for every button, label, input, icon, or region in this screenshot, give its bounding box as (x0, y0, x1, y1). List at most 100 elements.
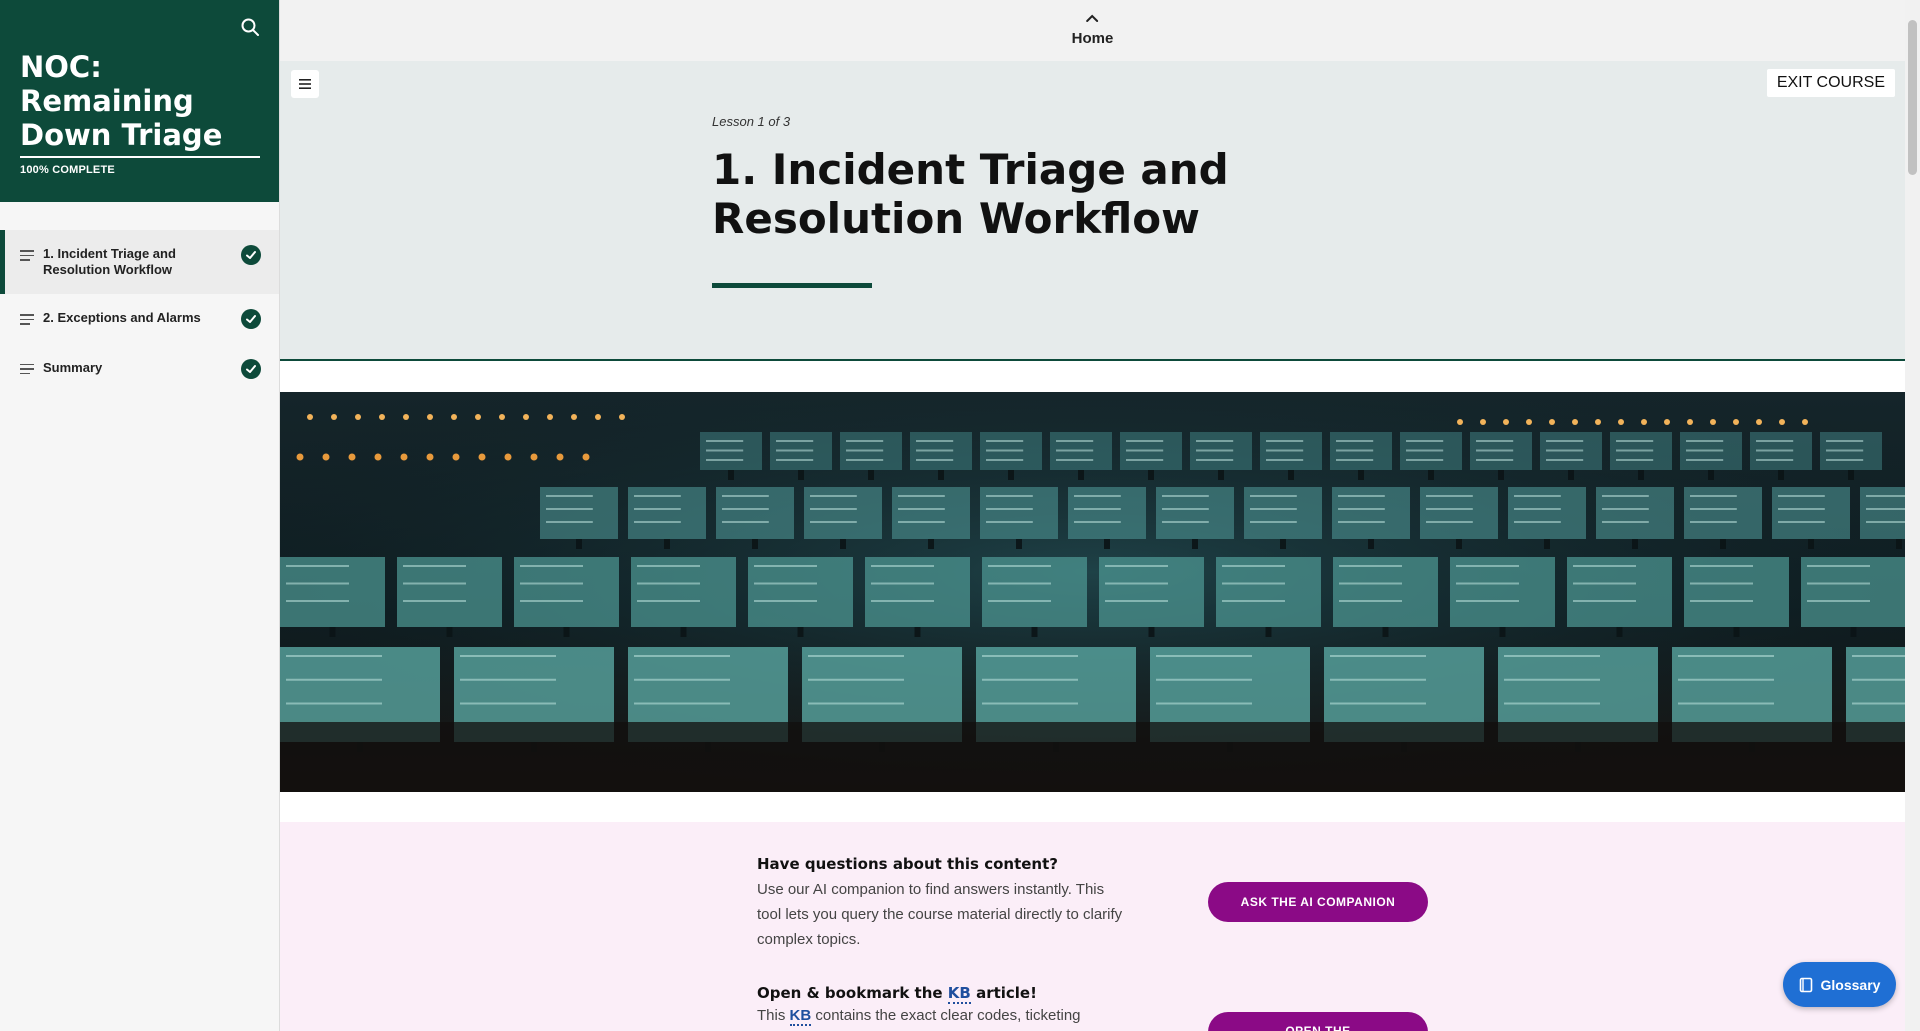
monitor-stand (1616, 627, 1623, 637)
ask-ai-companion-button[interactable]: ASK THE AI COMPANION (1208, 882, 1428, 922)
monitor-screen (716, 487, 794, 539)
monitor-screen (280, 557, 385, 627)
monitor-line (898, 495, 945, 497)
home-link[interactable]: Home (1071, 10, 1114, 47)
monitor-line (1476, 440, 1514, 442)
monitor-line (706, 440, 744, 442)
monitor-line (637, 582, 700, 585)
monitor-line (1126, 459, 1164, 461)
monitor-line (898, 508, 945, 510)
monitor-line (1105, 565, 1168, 567)
monitor-line (916, 449, 954, 452)
lesson-item-incident-triage[interactable]: 1. Incident Triage and Resolution Workfl… (0, 230, 279, 294)
monitor-line (1690, 508, 1737, 510)
monitor-stand (1016, 539, 1022, 549)
monitor-line (546, 521, 593, 523)
monitor-line (986, 521, 1033, 523)
monitor-line (1338, 521, 1385, 523)
monitor-line (634, 655, 730, 657)
monitor-line (810, 508, 857, 510)
monitor-line (1504, 702, 1600, 705)
monitor-line (1546, 449, 1584, 452)
monitor-line (1105, 600, 1168, 602)
monitor-line (1156, 655, 1252, 657)
monitor-line (1756, 449, 1794, 452)
kb-body: This KB contains the exact clear codes, … (757, 1006, 1127, 1026)
monitor-line (286, 702, 382, 705)
monitor-line (637, 565, 700, 567)
monitor-line (1778, 495, 1825, 497)
search-icon[interactable] (239, 16, 261, 38)
monitor-screen (1684, 557, 1789, 627)
monitor-line (1686, 449, 1724, 452)
monitor-line (1573, 565, 1636, 567)
monitor-stand (576, 539, 582, 549)
monitor-screen (1068, 487, 1146, 539)
monitor-line (1756, 459, 1794, 461)
monitor-stand (680, 627, 687, 637)
monitor-line (634, 678, 730, 681)
monitor-line (722, 508, 769, 510)
scrollbar-thumb[interactable] (1908, 20, 1917, 175)
monitor-stand (1733, 627, 1740, 637)
glossary-button[interactable]: Glossary (1783, 962, 1896, 1007)
monitor-line (1807, 600, 1870, 602)
monitor-screen (804, 487, 882, 539)
home-label: Home (1071, 30, 1114, 47)
monitor-line (982, 655, 1078, 657)
monitor-line (986, 440, 1024, 442)
monitor-screen (1333, 557, 1438, 627)
monitor-screen (1801, 557, 1905, 627)
monitor-screen (1420, 487, 1498, 539)
exit-course-button[interactable]: EXIT COURSE (1766, 69, 1895, 97)
monitor-line (988, 565, 1051, 567)
monitor-line (988, 582, 1051, 585)
monitor-line (1778, 508, 1825, 510)
monitor-line (1250, 495, 1297, 497)
monitor-line (1330, 655, 1426, 657)
kb-abbreviation[interactable]: KB (947, 984, 971, 1004)
monitor-line (1690, 495, 1737, 497)
monitor-line (1690, 521, 1737, 523)
sidebar-toggle-button[interactable] (291, 70, 319, 98)
monitor-stand (1498, 470, 1504, 480)
progress-label: 100% COMPLETE (20, 164, 115, 176)
monitor-line (1616, 440, 1654, 442)
monitor-stand (1368, 539, 1374, 549)
monitor-stand (868, 470, 874, 480)
lesson-item-summary[interactable]: Summary (0, 344, 279, 394)
monitor-line (1476, 449, 1514, 452)
page-scrollbar[interactable] (1905, 0, 1920, 1031)
monitor-line (1338, 508, 1385, 510)
monitor-screen (1450, 557, 1555, 627)
lesson-item-exceptions-alarms[interactable]: 2. Exceptions and Alarms (0, 294, 279, 344)
monitor-line (1678, 678, 1774, 681)
monitor-line (1616, 459, 1654, 461)
monitor-line (1573, 582, 1636, 585)
monitor-line (1339, 565, 1402, 567)
monitor-screen (1332, 487, 1410, 539)
monitor-line (403, 565, 466, 567)
monitor-stand (1148, 470, 1154, 480)
monitor-line (1406, 440, 1444, 442)
open-kb-button[interactable]: OPEN THE (1208, 1012, 1428, 1031)
monitor-screen (397, 557, 502, 627)
course-sidebar: NOC: Remaining Down Triage 100% COMPLETE… (0, 0, 280, 1031)
list-icon (20, 314, 34, 328)
kb-heading: Open & bookmark the KB article! (757, 984, 1037, 1004)
lesson-list: 1. Incident Triage and Resolution Workfl… (0, 230, 279, 393)
monitor-line (916, 440, 954, 442)
monitor-stand (1896, 539, 1902, 549)
lesson-label: 1. Incident Triage and Resolution Workfl… (43, 246, 176, 277)
monitor-line (871, 565, 934, 567)
kb-abbreviation[interactable]: KB (789, 1007, 812, 1026)
monitor-line (286, 600, 349, 602)
monitor-stand (1808, 539, 1814, 549)
monitor-line (810, 521, 857, 523)
monitor-line (1456, 582, 1519, 585)
monitor-screen (1772, 487, 1850, 539)
monitor-stand (1008, 470, 1014, 480)
monitor-line (1156, 702, 1252, 705)
monitor-stand (728, 470, 734, 480)
monitor-line (1162, 521, 1209, 523)
